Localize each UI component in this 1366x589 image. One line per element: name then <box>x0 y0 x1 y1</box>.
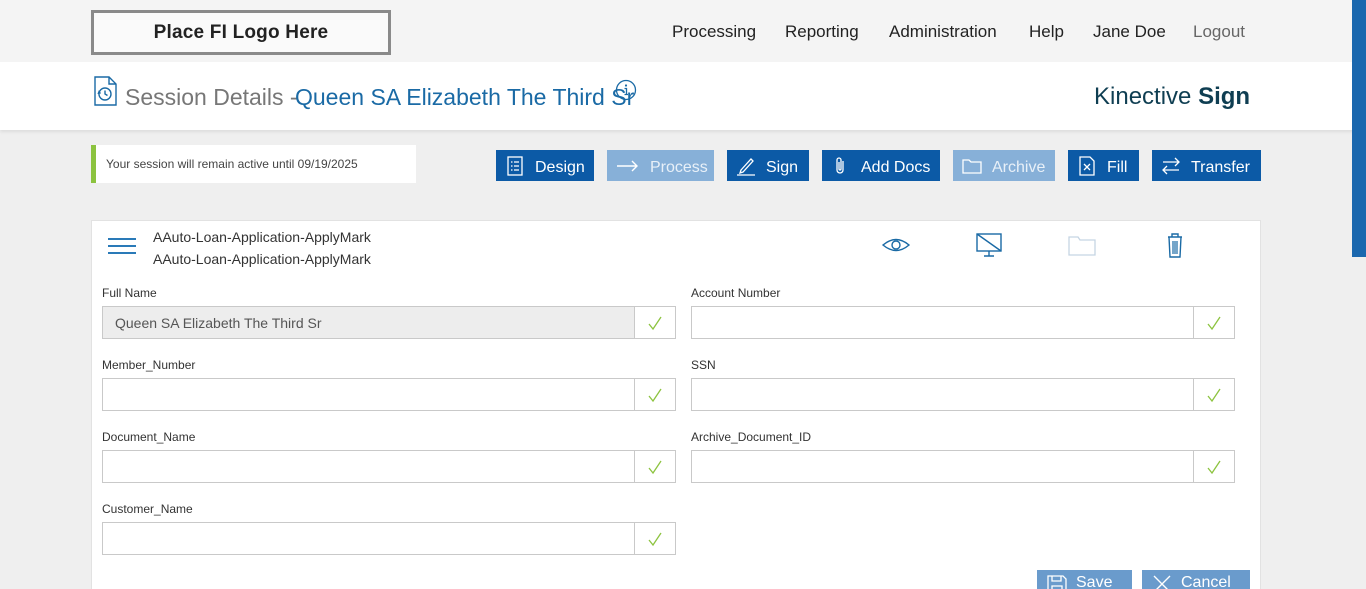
archive-document-id-field[interactable] <box>691 450 1235 483</box>
document-name-field[interactable] <box>102 450 676 483</box>
page-scrollbar[interactable] <box>1352 0 1366 257</box>
fill-form-icon <box>1079 155 1095 176</box>
customer-name-field[interactable] <box>102 522 676 555</box>
preview-eye-icon[interactable] <box>881 231 911 259</box>
nav-reporting[interactable]: Reporting <box>785 22 859 42</box>
fill-label: Fill <box>1107 158 1128 176</box>
session-timeout-notice: Your session will remain active until 09… <box>91 145 416 183</box>
add-docs-button[interactable]: Add Docs <box>822 150 940 181</box>
sign-button[interactable]: Sign <box>727 150 809 181</box>
transfer-button[interactable]: Transfer <box>1152 150 1261 181</box>
nav-administration[interactable]: Administration <box>889 22 997 42</box>
save-button[interactable]: Save <box>1037 570 1132 589</box>
checkmark-icon <box>1207 460 1221 474</box>
transfer-label: Transfer <box>1191 158 1250 176</box>
member-number-check[interactable] <box>634 379 675 410</box>
checkmark-icon <box>648 388 662 402</box>
ssn-input[interactable] <box>692 379 1193 410</box>
checkmark-icon <box>648 532 662 546</box>
archive-button[interactable]: Archive <box>953 150 1055 181</box>
customer-name-check[interactable] <box>634 523 675 554</box>
session-name: Queen SA Elizabeth The Third Sr <box>295 84 635 110</box>
cancel-button[interactable]: Cancel <box>1142 570 1250 589</box>
save-disk-icon <box>1047 575 1067 589</box>
top-nav-bar: Place FI Logo Here Processing Reporting … <box>0 0 1366 62</box>
brand-light: Kinective <box>1094 83 1192 110</box>
customer-name-input[interactable] <box>103 523 634 554</box>
design-label: Design <box>535 158 585 176</box>
cancel-label: Cancel <box>1181 574 1231 589</box>
pen-sign-icon <box>737 157 755 176</box>
ssn-label: SSN <box>691 358 716 372</box>
fi-logo-placeholder: Place FI Logo Here <box>91 10 391 55</box>
nav-help[interactable]: Help <box>1029 22 1064 42</box>
full-name-label: Full Name <box>102 286 157 300</box>
menu-icon[interactable] <box>108 238 136 258</box>
ssn-field[interactable] <box>691 378 1235 411</box>
document-title: AAuto-Loan-Application-ApplyMark <box>153 229 371 245</box>
session-history-icon <box>94 76 117 106</box>
transfer-arrows-icon <box>1162 157 1180 174</box>
checkmark-icon <box>648 460 662 474</box>
document-name-label: Document_Name <box>102 430 196 444</box>
archive-document-id-label: Archive_Document_ID <box>691 430 812 444</box>
brand-bold: Sign <box>1198 83 1251 110</box>
ssn-check[interactable] <box>1193 379 1234 410</box>
account-number-input[interactable] <box>692 307 1193 338</box>
design-list-icon <box>507 155 523 176</box>
paperclip-icon <box>836 156 844 174</box>
checkmark-icon <box>648 316 662 330</box>
archive-document-id-input[interactable] <box>692 451 1193 482</box>
kinective-sign-brand: Kinective Sign <box>1094 83 1250 111</box>
full-name-check[interactable] <box>634 307 675 338</box>
member-number-field[interactable] <box>102 378 676 411</box>
document-name-input[interactable] <box>103 451 634 482</box>
add-docs-label: Add Docs <box>861 158 931 176</box>
member-number-input[interactable] <box>103 379 634 410</box>
trash-icon[interactable] <box>1160 231 1190 259</box>
nav-user-name[interactable]: Jane Doe <box>1093 22 1166 42</box>
account-number-label: Account Number <box>691 286 781 300</box>
display-off-icon[interactable] <box>974 231 1004 259</box>
account-number-check[interactable] <box>1193 307 1234 338</box>
full-name-field[interactable]: Queen SA Elizabeth The Third Sr <box>102 306 676 339</box>
process-button[interactable]: Process <box>607 150 714 181</box>
customer-name-label: Customer_Name <box>102 502 193 516</box>
close-icon <box>1153 575 1171 589</box>
checkmark-icon <box>1207 388 1221 402</box>
account-number-field[interactable] <box>691 306 1235 339</box>
archive-document-id-check[interactable] <box>1193 451 1234 482</box>
design-button[interactable]: Design <box>496 150 594 181</box>
nav-logout[interactable]: Logout <box>1193 22 1245 42</box>
arrow-right-icon <box>617 160 638 171</box>
archive-folder-icon <box>1068 236 1096 256</box>
document-name-check[interactable] <box>634 451 675 482</box>
member-number-label: Member_Number <box>102 358 196 372</box>
document-subtitle: AAuto-Loan-Application-ApplyMark <box>153 251 371 267</box>
checkmark-icon <box>1207 316 1221 330</box>
info-icon[interactable] <box>615 79 637 101</box>
folder-icon <box>962 158 982 174</box>
page-title-prefix: Session Details - <box>125 84 298 110</box>
full-name-value: Queen SA Elizabeth The Third Sr <box>103 307 634 338</box>
nav-processing[interactable]: Processing <box>672 22 756 42</box>
process-label: Process <box>650 158 708 176</box>
sign-label: Sign <box>766 158 799 176</box>
save-label: Save <box>1076 574 1113 589</box>
fill-button[interactable]: Fill <box>1068 150 1139 181</box>
session-header: Session Details - Queen SA Elizabeth The… <box>0 62 1366 130</box>
archive-label: Archive <box>992 158 1046 176</box>
